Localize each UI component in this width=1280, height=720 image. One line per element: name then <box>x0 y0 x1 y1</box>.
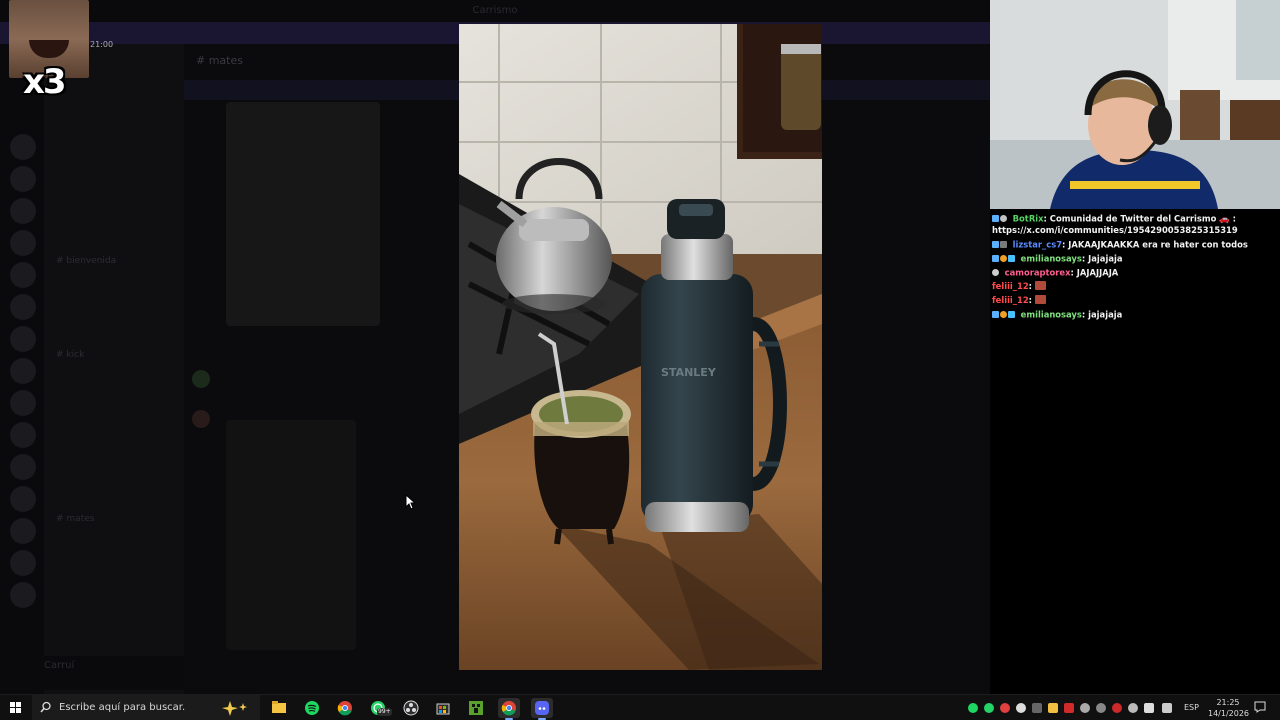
taskbar-search-box[interactable]: Escribe aquí para buscar. <box>32 695 260 720</box>
store-app[interactable] <box>432 698 454 718</box>
windows-logo-icon <box>10 702 21 713</box>
chat-emote <box>1034 295 1046 304</box>
chat-badges <box>992 266 1000 280</box>
chat-message: feliii_12: <box>992 280 1278 294</box>
chat-text: : JAKAAJKAAKKA era re hater con todos <box>1062 239 1248 250</box>
folder-icon <box>272 701 286 713</box>
chat-emote <box>1034 281 1046 290</box>
chat-message: emilianosays: Jajajaja <box>992 252 1278 266</box>
tray-app-icon[interactable] <box>1080 703 1090 713</box>
chat-username[interactable]: feliii_12 <box>992 295 1029 305</box>
chat-username[interactable]: feliii_12 <box>992 281 1029 291</box>
network-icon[interactable] <box>1128 703 1138 713</box>
channel-bienvenida[interactable]: # bienvenida <box>56 256 116 268</box>
streamer-image <box>990 0 1280 209</box>
minecraft-icon <box>469 701 483 715</box>
clock-time: 21:25 <box>1216 698 1240 707</box>
tray-app-icon[interactable] <box>1112 703 1122 713</box>
tray-app-icon[interactable] <box>1000 703 1010 713</box>
chat-username[interactable]: lizstar_cs7 <box>1013 239 1062 249</box>
taskbar: Escribe aquí para buscar. 99+ ESP 21:25 … <box>0 694 1280 720</box>
tray-app-icon[interactable] <box>1032 703 1042 713</box>
chat-badges <box>992 252 1016 266</box>
whatsapp-tray-icon[interactable] <box>984 703 994 713</box>
minecraft-app[interactable] <box>465 698 487 718</box>
stream-chat: BotRix: Comunidad de Twitter del Carrism… <box>990 209 1280 694</box>
chat-message: feliii_12: <box>992 294 1278 308</box>
volume-icon[interactable] <box>1144 703 1154 713</box>
chat-text: : JAJAJJAJA <box>1070 267 1119 278</box>
pen-icon[interactable] <box>1162 703 1172 713</box>
overlay-time: 21:00 <box>90 40 114 49</box>
avatar[interactable] <box>192 410 210 428</box>
obs-app[interactable] <box>400 698 422 718</box>
chrome-icon <box>337 701 352 716</box>
attachment-thumbnail[interactable] <box>226 420 356 650</box>
multiplier-label: x3 <box>23 62 67 102</box>
clock[interactable]: 21:25 14/1/2026 <box>1208 697 1250 719</box>
chrome-app[interactable] <box>334 698 356 718</box>
channel-mates[interactable]: # mates <box>56 514 94 526</box>
tray-app-icon[interactable] <box>1016 703 1026 713</box>
chat-message: emilianosays: jajajaja <box>992 308 1278 322</box>
spotify-app[interactable] <box>301 698 323 718</box>
notification-icon[interactable] <box>1254 701 1266 713</box>
spotify-icon <box>305 701 319 715</box>
clock-date: 14/1/2026 <box>1208 709 1250 718</box>
screen: Carrismo # bienvenida # kick # mates # m… <box>0 0 1280 720</box>
chat-username[interactable]: BotRix <box>1013 213 1044 223</box>
chrome-icon <box>501 701 516 716</box>
language-indicator[interactable]: ESP <box>1184 703 1199 712</box>
chat-link[interactable]: https://x.com/i/communities/195429005382… <box>992 225 1238 235</box>
chat-text: : <box>1028 295 1033 305</box>
avatar[interactable] <box>192 370 210 388</box>
whatsapp-badge: 99+ <box>377 708 392 716</box>
channel-kick[interactable]: # kick <box>56 350 84 362</box>
discord-icon <box>535 701 549 715</box>
start-button[interactable] <box>6 699 26 717</box>
discord-app[interactable] <box>531 698 553 720</box>
channel-header: # mates <box>196 54 243 67</box>
attachment-thumbnail[interactable] <box>226 102 380 326</box>
chat-message-continuation: https://x.com/i/communities/195429005382… <box>992 224 1278 238</box>
chat-username[interactable]: camoraptorex <box>1005 267 1071 277</box>
chat-message: lizstar_cs7: JAKAAJKAAKKA era re hater c… <box>992 238 1278 252</box>
webcam-feed <box>990 0 1280 209</box>
obs-icon <box>403 700 419 716</box>
chat-badges <box>992 308 1016 322</box>
image-viewer[interactable]: STANLEY <box>459 24 822 670</box>
chat-text: : Comunidad de Twitter del Carrismo 🚗 : <box>1043 213 1236 224</box>
tray-app-icon[interactable] <box>1064 703 1074 713</box>
search-icon <box>40 701 51 713</box>
meme-overlay: x3 <box>9 0 89 102</box>
tray-app-icon[interactable] <box>1048 703 1058 713</box>
mouse-cursor-icon <box>405 494 415 510</box>
thermos-brand-text: STANLEY <box>661 366 717 379</box>
chat-badges <box>992 238 1008 252</box>
chat-text: : jajajaja <box>1081 309 1123 320</box>
window-title: Carrismo <box>0 0 990 22</box>
chrome-profile-app[interactable] <box>498 698 520 720</box>
search-placeholder: Escribe aquí para buscar. <box>59 702 186 713</box>
channel-list[interactable]: # bienvenida # kick # mates <box>44 44 184 694</box>
chat-username[interactable]: emilianosays <box>1021 253 1082 263</box>
spotify-tray-icon[interactable] <box>968 703 978 713</box>
copilot-sparkle-icon[interactable] <box>218 699 252 717</box>
chat-text: : Jajajaja <box>1081 253 1123 264</box>
chat-message: camoraptorex: JAJAJJAJA <box>992 266 1278 280</box>
server-list[interactable] <box>0 44 44 694</box>
whatsapp-app[interactable]: 99+ <box>367 698 392 718</box>
store-icon <box>436 703 450 715</box>
chat-username[interactable]: emilianosays <box>1021 309 1082 319</box>
user-panel[interactable]: Carruí <box>8 656 184 690</box>
tray-app-icon[interactable] <box>1096 703 1106 713</box>
file-explorer-app[interactable] <box>268 698 290 718</box>
chat-text: : <box>1028 281 1033 291</box>
mate-photo: STANLEY <box>459 24 822 670</box>
